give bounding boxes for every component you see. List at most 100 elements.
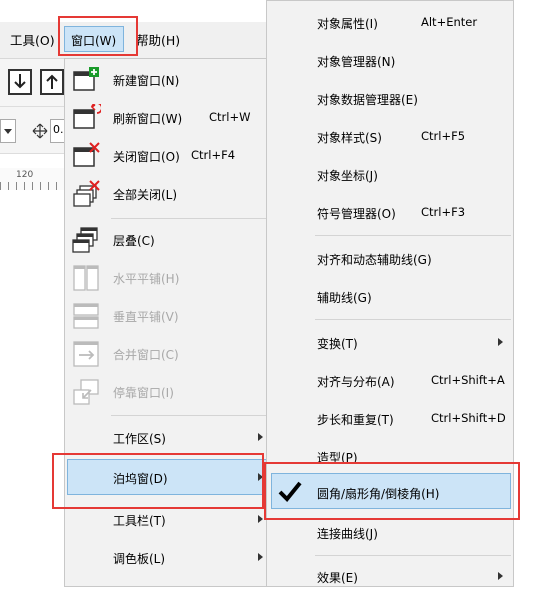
menu-item-label: 水平平铺(H) — [113, 272, 180, 286]
ruler-tick-label: 120 — [16, 170, 34, 180]
menu-item-label: 对象管理器(N) — [317, 55, 396, 69]
submenu-item-effects[interactable]: 效果(E) — [267, 557, 513, 594]
menu-item-new-window[interactable]: 新建窗口(N) — [65, 61, 271, 99]
menu-item-combine-windows[interactable]: 合并窗口(C) — [65, 335, 271, 373]
menu-item-label: 垂直平铺(V) — [113, 310, 179, 324]
menu-item-label: 合并窗口(C) — [113, 348, 179, 362]
menu-item-shortcut: Ctrl+Shift+A — [431, 373, 505, 387]
menu-item-shortcut: Ctrl+F4 — [191, 148, 236, 162]
menu-item-label: 辅助线(G) — [317, 291, 372, 305]
export-button[interactable] — [40, 69, 64, 95]
submenu-item-object-manager[interactable]: 对象管理器(N) — [267, 41, 513, 78]
menu-item-tile-horizontal[interactable]: 水平平铺(H) — [65, 259, 271, 297]
menu-separator — [111, 415, 269, 416]
dropdown-stub[interactable] — [0, 119, 16, 143]
window-menu: 新建窗口(N) 刷新窗口(W) Ctrl+W 关闭窗口(O) Ctrl+F4 全… — [64, 58, 272, 587]
menu-item-label: 造型(P) — [317, 451, 358, 465]
menu-item-label: 对象样式(S) — [317, 131, 382, 145]
menu-item-label: 符号管理器(O) — [317, 207, 396, 221]
submenu-item-fillet-scallop-chamfer[interactable]: 圆角/扇形角/倒棱角(H) — [267, 473, 513, 510]
submenu-item-symbol-manager[interactable]: 符号管理器(O) Ctrl+F3 — [267, 193, 513, 230]
menu-window[interactable]: 窗口(W) — [64, 26, 124, 52]
menu-item-shortcut: Ctrl+W — [209, 110, 251, 124]
tile-horizontal-icon — [73, 265, 99, 291]
menu-item-refresh-window[interactable]: 刷新窗口(W) Ctrl+W — [65, 99, 271, 137]
menu-item-dockers[interactable]: 泊坞窗(D) — [65, 459, 271, 497]
menu-item-dock-window[interactable]: 停靠窗口(I) — [65, 373, 271, 411]
menu-item-shortcut: Ctrl+F3 — [421, 205, 466, 219]
menu-separator — [315, 235, 511, 236]
submenu-item-align-distribute[interactable]: 对齐与分布(A) Ctrl+Shift+A — [267, 361, 513, 398]
menu-item-label: 停靠窗口(I) — [113, 386, 174, 400]
submenu-arrow-icon — [498, 338, 503, 346]
menu-item-label: 泊坞窗(D) — [113, 472, 168, 486]
submenu-item-guidelines[interactable]: 辅助线(G) — [267, 277, 513, 314]
refresh-window-icon — [73, 104, 101, 129]
submenu-item-object-properties[interactable]: 对象属性(I) Alt+Enter — [267, 3, 513, 40]
right-edge — [514, 0, 538, 587]
submenu-item-connect-curves[interactable]: 连接曲线(J) — [267, 513, 513, 550]
menu-item-palettes[interactable]: 调色板(L) — [65, 539, 271, 577]
menu-item-workspace[interactable]: 工作区(S) — [65, 419, 271, 457]
submenu-item-object-styles[interactable]: 对象样式(S) Ctrl+F5 — [267, 117, 513, 154]
menu-item-tile-vertical[interactable]: 垂直平铺(V) — [65, 297, 271, 335]
menu-separator — [315, 555, 511, 556]
menu-item-close-all[interactable]: 全部关闭(L) — [65, 175, 271, 213]
move-icon — [32, 123, 48, 139]
menu-item-label: 关闭窗口(O) — [113, 150, 180, 164]
menu-separator — [111, 218, 269, 219]
submenu-item-shaping[interactable]: 造型(P) — [267, 437, 513, 474]
menu-item-label: 对象数据管理器(E) — [317, 93, 418, 107]
menu-item-label: 对齐与分布(A) — [317, 375, 395, 389]
checkmark-icon — [278, 481, 302, 502]
menu-item-close-window[interactable]: 关闭窗口(O) Ctrl+F4 — [65, 137, 271, 175]
cascade-icon — [72, 227, 98, 253]
menu-item-label: 调色板(L) — [113, 552, 166, 566]
menu-item-label: 变换(T) — [317, 337, 358, 351]
menu-item-label: 对齐和动态辅助线(G) — [317, 253, 432, 267]
menu-item-shortcut: Ctrl+Shift+D — [431, 411, 506, 425]
combine-windows-icon — [73, 341, 99, 367]
submenu-arrow-icon — [258, 515, 263, 523]
menu-item-label: 全部关闭(L) — [113, 188, 178, 202]
dock-window-icon — [73, 379, 99, 405]
menu-item-label: 圆角/扇形角/倒棱角(H) — [317, 487, 440, 501]
dockers-submenu: 对象属性(I) Alt+Enter 对象管理器(N) 对象数据管理器(E) 对象… — [266, 0, 514, 587]
menu-item-cascade[interactable]: 层叠(C) — [65, 221, 271, 259]
import-arrow-icon — [14, 74, 26, 89]
menu-item-shortcut: Alt+Enter — [421, 15, 478, 29]
menu-item-toolbars[interactable]: 工具栏(T) — [65, 501, 271, 539]
menu-separator — [315, 319, 511, 320]
menu-item-label: 效果(E) — [317, 571, 358, 585]
menu-window-label: 窗口(W) — [71, 34, 117, 48]
menu-item-label: 工具栏(T) — [113, 514, 166, 528]
chevron-down-icon — [4, 129, 12, 134]
menu-item-label: 刷新窗口(W) — [113, 112, 183, 126]
close-all-icon — [73, 180, 100, 207]
menu-item-label: 对象坐标(J) — [317, 169, 378, 183]
menu-item-label: 工作区(S) — [113, 432, 166, 446]
close-window-icon — [73, 142, 100, 167]
ruler-ticks — [0, 182, 64, 190]
menu-tools[interactable]: 工具(O) — [10, 30, 55, 49]
menu-help[interactable]: 帮助(H) — [136, 30, 180, 49]
submenu-item-object-data-manager[interactable]: 对象数据管理器(E) — [267, 79, 513, 116]
position-value: 0. — [53, 123, 64, 136]
submenu-item-object-coordinates[interactable]: 对象坐标(J) — [267, 155, 513, 192]
menu-item-label: 对象属性(I) — [317, 17, 378, 31]
submenu-item-transform[interactable]: 变换(T) — [267, 323, 513, 360]
import-button[interactable] — [8, 69, 32, 95]
tile-vertical-icon — [73, 303, 99, 329]
export-arrow-icon — [46, 74, 58, 89]
submenu-item-alignment-guides[interactable]: 对齐和动态辅助线(G) — [267, 239, 513, 276]
menu-item-label: 连接曲线(J) — [317, 527, 378, 541]
submenu-arrow-icon — [258, 473, 263, 481]
menu-item-label: 层叠(C) — [113, 234, 155, 248]
submenu-arrow-icon — [258, 433, 263, 441]
menu-item-label: 新建窗口(N) — [113, 74, 180, 88]
submenu-arrow-icon — [498, 572, 503, 580]
new-window-icon — [73, 67, 99, 91]
submenu-arrow-icon — [258, 553, 263, 561]
submenu-item-step-repeat[interactable]: 步长和重复(T) Ctrl+Shift+D — [267, 399, 513, 436]
menu-item-label: 步长和重复(T) — [317, 413, 394, 427]
